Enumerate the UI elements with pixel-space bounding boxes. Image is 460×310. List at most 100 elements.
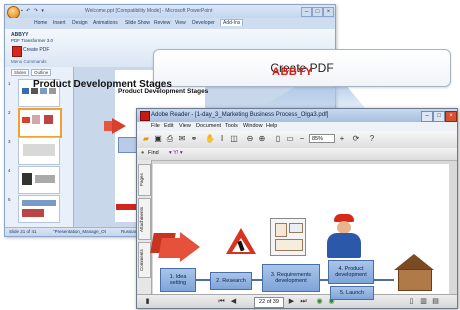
document-page-title: Product Development Stages	[33, 79, 172, 90]
close-icon[interactable]: ×	[445, 111, 457, 122]
house-icon	[398, 269, 432, 291]
fit-width-icon[interactable]: ▭	[285, 134, 295, 144]
menu-window[interactable]: Window	[243, 123, 263, 129]
slides-pane: Slides Outline 1 2 3 4 5	[5, 67, 74, 227]
previous-page-icon[interactable]: ◀	[229, 297, 238, 306]
zoom-out-icon[interactable]: ⊖	[245, 134, 255, 144]
abbyy-ribbon-subtitle: PDF Transformer 3.0	[11, 38, 54, 43]
slide-thumbnail-selected[interactable]	[18, 108, 62, 138]
help-icon[interactable]: ?	[367, 134, 377, 144]
slide-thumbnail[interactable]	[18, 195, 60, 223]
slide-number: 3	[8, 139, 11, 144]
menu-edit[interactable]: Edit	[164, 123, 173, 129]
tab-design[interactable]: Design	[72, 20, 88, 26]
tab-slides[interactable]: Slides	[11, 69, 30, 76]
last-page-icon[interactable]: ⏭	[299, 297, 308, 306]
single-page-icon[interactable]: ▯	[407, 297, 416, 306]
menu-view[interactable]: View	[179, 123, 191, 129]
save-icon[interactable]: ▣	[153, 134, 163, 144]
tab-slide-show[interactable]: Slide Show	[125, 20, 150, 26]
abbyy-logo: ABBYY	[272, 66, 314, 78]
page-layout-icon[interactable]: ▮	[143, 297, 152, 306]
stage-connector	[372, 279, 394, 281]
slide-number: 1	[8, 81, 11, 86]
first-page-icon[interactable]: ⏮	[217, 297, 226, 306]
nav-tab-pages[interactable]: Pages	[138, 164, 151, 196]
binoculars-icon[interactable]: ⚭	[189, 134, 199, 144]
navigation-pane: Pages Attachments Comments	[137, 160, 152, 294]
stage-box: 1. Idea setting	[160, 268, 196, 292]
close-icon[interactable]: ×	[323, 7, 334, 17]
slide-thumbnail[interactable]	[18, 137, 60, 165]
nav-tab-attachments[interactable]: Attachments	[138, 198, 151, 240]
snapshot-icon[interactable]: ◫	[229, 134, 239, 144]
yahoo-search-button[interactable]: ▾ Y! ▾	[169, 150, 183, 156]
maximize-icon[interactable]: □	[312, 7, 323, 17]
stage-box: 5. Launch	[330, 286, 374, 300]
reader-status-bar: ▮ ⏮ ◀ 22 of 39 ▶ ⏭ ◉ ◉ ▯ ▥ ▤	[137, 294, 457, 308]
email-icon[interactable]: ✉	[177, 134, 187, 144]
stage-box: 3. Requirements development	[262, 264, 320, 292]
facing-icon[interactable]: ▤	[431, 297, 440, 306]
menu-file[interactable]: File	[151, 123, 160, 129]
pdf-icon[interactable]	[12, 46, 22, 57]
template-name: "Presentation_Manage_Ot	[53, 229, 106, 234]
worker-body	[327, 233, 361, 258]
create-pdf-ribbon-button[interactable]: Create PDF	[23, 47, 49, 53]
ppt-red-bar	[116, 204, 136, 210]
floor-plan-image	[270, 218, 306, 256]
slide-number: 4	[8, 168, 11, 173]
slide-thumbnail[interactable]	[18, 166, 60, 194]
hand-tool-icon[interactable]: ✋	[205, 134, 215, 144]
open-folder-icon[interactable]: ▰	[141, 134, 151, 144]
rotate-icon[interactable]: ⟳	[351, 134, 361, 144]
ppt-window-title: Welcome.ppt [Compatibility Mode] - Micro…	[85, 8, 213, 14]
nav-tab-comments[interactable]: Comments	[138, 242, 151, 278]
zoom-in-icon[interactable]: ⊕	[257, 134, 267, 144]
stage-connector	[194, 279, 210, 281]
tab-home[interactable]: Home	[34, 20, 47, 26]
tab-review[interactable]: Review	[154, 20, 170, 26]
menu-help[interactable]: Help	[266, 123, 277, 129]
reader-title-bar: Adobe Reader - [1-day_3_Marketing Busine…	[137, 109, 457, 122]
page-number-field[interactable]: 22 of 39	[254, 297, 284, 308]
tab-animations[interactable]: Animations	[93, 20, 118, 26]
continuous-icon[interactable]: ▥	[419, 297, 428, 306]
slide-number: 5	[8, 197, 11, 202]
menu-document[interactable]: Document	[196, 123, 221, 129]
ribbon-group-label: Menu Commands	[11, 59, 47, 64]
go-back-icon[interactable]: ◉	[315, 297, 324, 306]
ppt-title-bar: ▪ ↶ ↷ ▾ Welcome.ppt [Compatibility Mode]…	[5, 5, 335, 19]
quick-access-toolbar[interactable]: ▪ ↶ ↷ ▾	[21, 8, 45, 14]
arrow-head-graphic	[180, 232, 200, 262]
minimize-icon[interactable]: –	[301, 7, 312, 17]
language-indicator: Russian	[121, 229, 138, 234]
zoom-plus-icon[interactable]: +	[337, 134, 347, 144]
next-page-icon[interactable]: ▶	[287, 297, 296, 306]
tab-view[interactable]: View	[175, 20, 186, 26]
main-toolbar: ▰ ▣ ⎙ ✉ ⚭ ✋ Ⅰ ◫ ⊖ ⊕ ▯ ▭ − 85% + ⟳ ?	[137, 131, 457, 149]
tab-insert[interactable]: Insert	[53, 20, 66, 26]
find-icon[interactable]: ●	[141, 150, 144, 156]
zoom-minus-icon[interactable]: −	[297, 134, 307, 144]
arrow-graphic-head	[112, 118, 126, 134]
maximize-icon[interactable]: □	[433, 111, 445, 122]
slide-counter: Slide 21 of 41	[9, 229, 37, 234]
tab-add-ins[interactable]: Add-Ins	[220, 19, 244, 26]
minimize-icon[interactable]: –	[421, 111, 433, 122]
fit-page-icon[interactable]: ▯	[273, 134, 283, 144]
select-tool-icon[interactable]: Ⅰ	[217, 134, 227, 144]
adobe-reader-icon	[140, 111, 150, 121]
print-icon[interactable]: ⎙	[165, 134, 175, 144]
reader-window-title: Adobe Reader - [1-day_3_Marketing Busine…	[151, 112, 329, 118]
house-roof	[394, 254, 434, 270]
find-button[interactable]: Find	[148, 150, 159, 156]
stage-box: 2. Research	[210, 272, 252, 290]
slides-pane-tabs: Slides Outline	[7, 69, 71, 76]
stage-box: 4. Product development	[328, 260, 374, 284]
slide-number: 2	[8, 110, 11, 115]
menu-tools[interactable]: Tools	[225, 123, 238, 129]
tab-outline[interactable]: Outline	[31, 69, 52, 76]
tab-developer[interactable]: Developer	[192, 20, 215, 26]
zoom-field[interactable]: 85%	[309, 134, 335, 143]
